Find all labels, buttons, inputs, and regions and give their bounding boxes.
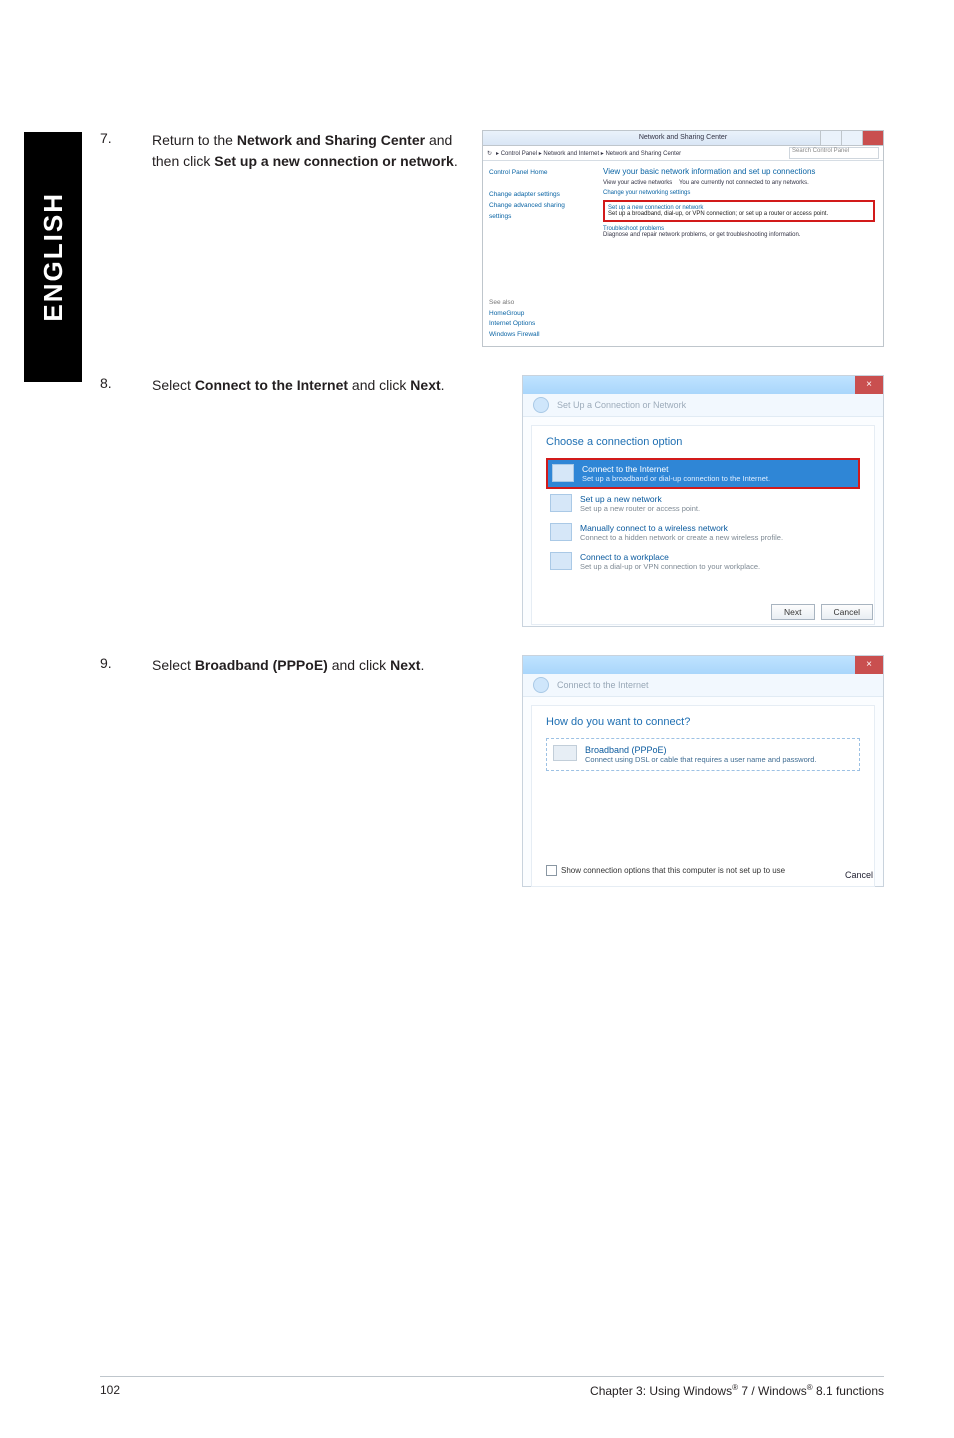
window-controls: [820, 131, 883, 145]
step-8-text: Select Connect to the Internet and click…: [152, 375, 482, 396]
workplace-icon: [550, 552, 572, 570]
wireless-icon: [550, 523, 572, 541]
checkbox-icon[interactable]: [546, 865, 557, 876]
sidebar-advanced-sharing[interactable]: Change advanced sharing settings: [489, 200, 589, 222]
language-tab: ENGLISH: [24, 132, 82, 382]
nav-icon: ↻: [487, 150, 492, 157]
minimize-button[interactable]: [820, 131, 841, 145]
step-8-number: 8.: [100, 375, 152, 391]
dialog-header-title: Connect to the Internet: [557, 680, 649, 690]
troubleshoot-option[interactable]: Troubleshoot problems Diagnose and repai…: [603, 226, 875, 238]
connect-internet-dialog: × Connect to the Internet How do you wan…: [522, 655, 884, 887]
step-7-number: 7.: [100, 130, 152, 146]
page-footer: 102 Chapter 3: Using Windows® 7 / Window…: [100, 1376, 884, 1398]
step-7-text: Return to the Network and Sharing Center…: [152, 130, 482, 172]
close-button[interactable]: ×: [855, 656, 883, 674]
modem-icon: [553, 745, 577, 761]
option-new-network[interactable]: Set up a new networkSet up a new router …: [546, 489, 860, 518]
step-7: 7. Return to the Network and Sharing Cen…: [100, 130, 884, 347]
back-button[interactable]: [533, 397, 549, 413]
maximize-button[interactable]: [841, 131, 862, 145]
dialog-title: Choose a connection option: [546, 436, 860, 448]
see-also-homegroup[interactable]: HomeGroup: [489, 309, 540, 319]
next-button[interactable]: Next: [771, 604, 814, 620]
change-settings-heading: Change your networking settings: [603, 190, 875, 196]
step-9-number: 9.: [100, 655, 152, 671]
window-titlebar: Network and Sharing Center: [483, 131, 883, 146]
sidebar-adapter-settings[interactable]: Change adapter settings: [489, 189, 589, 200]
option-broadband-pppoe[interactable]: Broadband (PPPoE)Connect using DSL or ca…: [546, 738, 860, 771]
see-also-firewall[interactable]: Windows Firewall: [489, 330, 540, 340]
close-button[interactable]: ×: [855, 376, 883, 394]
language-tab-label: ENGLISH: [38, 192, 69, 322]
chapter-label: Chapter 3: Using Windows® 7 / Windows® 8…: [590, 1383, 884, 1398]
setup-connection-option[interactable]: Set up a new connection or network Set u…: [603, 200, 875, 222]
close-button[interactable]: [862, 131, 883, 145]
main-headline: View your basic network information and …: [603, 167, 875, 176]
setup-connection-dialog: × Set Up a Connection or Network Choose …: [522, 375, 884, 627]
option-workplace[interactable]: Connect to a workplaceSet up a dial-up o…: [546, 547, 860, 576]
step-7-screenshot: Network and Sharing Center ↻ ▸ Control P…: [482, 130, 884, 347]
active-networks-row: View your active networks You are curren…: [603, 180, 875, 186]
router-icon: [550, 494, 572, 512]
globe-icon: [552, 464, 574, 482]
address-bar: ↻ ▸ Control Panel ▸ Network and Internet…: [483, 146, 883, 161]
dialog-header-title: Set Up a Connection or Network: [557, 400, 686, 410]
network-sharing-center-window: Network and Sharing Center ↻ ▸ Control P…: [482, 130, 884, 347]
cancel-button[interactable]: Cancel: [845, 870, 873, 880]
option-manual-wireless[interactable]: Manually connect to a wireless networkCo…: [546, 518, 860, 547]
main-panel: View your basic network information and …: [595, 161, 883, 348]
see-also-internet-options[interactable]: Internet Options: [489, 319, 540, 329]
dialog-header: Connect to the Internet: [523, 674, 883, 697]
breadcrumb[interactable]: ▸ Control Panel ▸ Network and Internet ▸…: [496, 150, 681, 157]
page-number: 102: [100, 1383, 120, 1398]
step-9-text: Select Broadband (PPPoE) and click Next.: [152, 655, 502, 676]
step-9-screenshot: × Connect to the Internet How do you wan…: [502, 655, 884, 887]
step-8-screenshot: × Set Up a Connection or Network Choose …: [482, 375, 884, 627]
show-options-checkbox[interactable]: Show connection options that this comput…: [546, 865, 785, 876]
back-button[interactable]: [533, 677, 549, 693]
see-also: See also HomeGroup Internet Options Wind…: [489, 298, 540, 340]
option-connect-internet[interactable]: Connect to the InternetSet up a broadban…: [546, 458, 860, 489]
sidebar-home[interactable]: Control Panel Home: [489, 167, 589, 178]
dialog-titlebar: ×: [523, 376, 883, 394]
dialog-header: Set Up a Connection or Network: [523, 394, 883, 417]
content-area: 7. Return to the Network and Sharing Cen…: [100, 130, 884, 915]
cancel-button[interactable]: Cancel: [821, 604, 873, 620]
dialog-titlebar: ×: [523, 656, 883, 674]
search-input[interactable]: Search Control Panel: [789, 147, 879, 159]
dialog-title: How do you want to connect?: [546, 716, 860, 728]
step-9: 9. Select Broadband (PPPoE) and click Ne…: [100, 655, 884, 887]
step-8: 8. Select Connect to the Internet and cl…: [100, 375, 884, 627]
